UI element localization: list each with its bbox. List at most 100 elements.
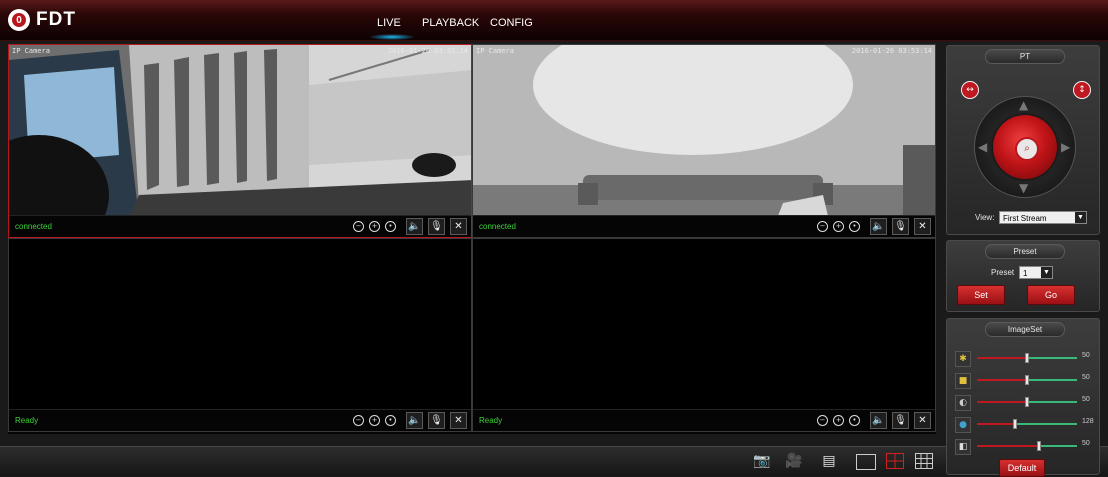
tools-icon[interactable]: ✕ (450, 218, 467, 235)
logo-text: FDT (36, 9, 76, 30)
record-dot-icon[interactable]: • (849, 221, 860, 232)
brightness-icon: ✱ (955, 351, 971, 367)
video-feed[interactable] (9, 239, 471, 410)
preset-go-button[interactable]: Go (1027, 285, 1075, 305)
default-button[interactable]: Default (999, 459, 1045, 477)
speaker-mute-icon[interactable]: 🔈 (406, 412, 423, 429)
slider-fill (977, 379, 1027, 381)
slider-remaining (1027, 401, 1077, 403)
preset-panel: Preset Preset 1 ▼ Set Go (946, 240, 1100, 312)
slider-track[interactable] (977, 419, 1077, 429)
speaker-mute-icon[interactable]: 🔈 (870, 218, 887, 235)
slider-handle[interactable] (1013, 419, 1017, 429)
slider-value: 50 (1082, 440, 1090, 447)
zoom-out-icon[interactable]: − (817, 221, 828, 232)
slider-handle[interactable] (1025, 375, 1029, 385)
logo-icon: 0 (8, 9, 30, 31)
record-dot-icon[interactable]: • (385, 221, 396, 232)
slider-remaining (1039, 445, 1077, 447)
microphone-icon[interactable]: 🎙 (428, 412, 445, 429)
channel-status: Ready (479, 416, 503, 425)
slider-fill (977, 423, 1015, 425)
chevron-down-icon: ▼ (1041, 267, 1052, 278)
nav-playback[interactable]: PLAYBACK (422, 17, 479, 29)
zoom-out-icon[interactable]: − (353, 221, 364, 232)
slider-fill (977, 357, 1027, 359)
zoom-in-icon[interactable]: + (833, 221, 844, 232)
microphone-icon[interactable]: 🎙 (892, 218, 909, 235)
slider-track[interactable] (977, 353, 1077, 363)
channel-1[interactable]: IP Camera 2016-01-26 03:53:14 connected … (8, 44, 472, 238)
camera-name-overlay: IP Camera (476, 47, 514, 55)
horizontal-scan-icon[interactable]: ↔ (961, 81, 979, 99)
bottom-toolbar: 📷 🎥 ▤ (0, 446, 1108, 476)
snapshot-camera-icon[interactable]: 📷 (752, 452, 772, 470)
imageset-panel: ImageSet ✱ 50 ■ 50 ◐ 50 ● 128 ◧ 50 Default (946, 318, 1100, 477)
slider-fill (977, 401, 1027, 403)
channel-status: Ready (15, 416, 39, 425)
slider-value: 50 (1082, 396, 1090, 403)
tools-icon[interactable]: ✕ (914, 412, 931, 429)
view-label: View: (975, 213, 995, 222)
sd-card-icon[interactable]: ▤ (820, 452, 838, 470)
layout-quad-icon[interactable] (886, 453, 904, 469)
slider-track[interactable] (977, 441, 1077, 451)
zoom-in-icon[interactable]: + (369, 415, 380, 426)
ptz-center-icon[interactable]: ⌕ (1015, 137, 1039, 161)
preset-set-button[interactable]: Set (957, 285, 1005, 305)
chevron-down-icon: ▼ (1075, 212, 1086, 223)
arrow-right-icon[interactable]: ▶ (1061, 140, 1070, 154)
record-dot-icon[interactable]: • (849, 415, 860, 426)
slider-handle[interactable] (1025, 397, 1029, 407)
ptz-joystick[interactable]: ⌕ (993, 115, 1057, 179)
image-slider-row: ✱ 50 (955, 349, 1095, 367)
slider-value: 50 (1082, 374, 1090, 381)
preset-select[interactable]: 1 ▼ (1019, 266, 1053, 279)
brand-logo: 0 FDT (8, 9, 76, 31)
channel-3[interactable]: Ready − + • 🔈 🎙 ✕ (8, 238, 472, 432)
slider-track[interactable] (977, 397, 1077, 407)
slider-value: 50 (1082, 352, 1090, 359)
tools-icon[interactable]: ✕ (914, 218, 931, 235)
channel-status: connected (479, 222, 516, 231)
vertical-scan-icon[interactable]: ↕ (1073, 81, 1091, 99)
microphone-icon[interactable]: 🎙 (892, 412, 909, 429)
microphone-icon[interactable]: 🎙 (428, 218, 445, 235)
tools-icon[interactable]: ✕ (450, 412, 467, 429)
slider-fill (977, 445, 1039, 447)
saturation-icon: ● (955, 417, 971, 433)
top-bar: 0 FDT LIVE PLAYBACK CONFIG (0, 0, 1108, 41)
slider-track[interactable] (977, 375, 1077, 385)
arrow-up-icon[interactable]: ▲ (1019, 98, 1028, 112)
video-feed[interactable] (473, 239, 935, 410)
view-stream-select[interactable]: First Stream ▼ (999, 211, 1087, 224)
video-feed[interactable]: IP Camera 2016-01-26 03:53:14 (9, 45, 471, 216)
slider-handle[interactable] (1037, 441, 1041, 451)
slider-handle[interactable] (1025, 353, 1029, 363)
arrow-down-icon[interactable]: ▼ (1019, 181, 1028, 195)
video-feed[interactable]: IP Camera 2016-01-26 03:53:14 (473, 45, 935, 216)
image-slider-row: ■ 50 (955, 371, 1095, 389)
nav-config[interactable]: CONFIG (490, 17, 533, 29)
arrow-left-icon[interactable]: ◀ (978, 140, 987, 154)
panel-title: ImageSet (985, 322, 1065, 337)
layout-nine-icon[interactable] (915, 453, 933, 469)
channel-4[interactable]: Ready − + • 🔈 🎙 ✕ (472, 238, 936, 432)
ptz-direction-pad[interactable]: ▲ ▼ ◀ ▶ ⌕ (974, 96, 1076, 198)
zoom-out-icon[interactable]: − (353, 415, 364, 426)
channel-2[interactable]: IP Camera 2016-01-26 03:53:14 connected … (472, 44, 936, 238)
hue-icon: ◐ (955, 395, 971, 411)
record-dot-icon[interactable]: • (385, 415, 396, 426)
channel-control-bar: connected − + • 🔈 🎙 ✕ (473, 215, 935, 237)
nav-live[interactable]: LIVE (377, 17, 401, 29)
zoom-out-icon[interactable]: − (817, 415, 828, 426)
camera-name-overlay: IP Camera (12, 47, 50, 55)
zoom-in-icon[interactable]: + (833, 415, 844, 426)
speaker-mute-icon[interactable]: 🔈 (406, 218, 423, 235)
preset-value: 1 (1023, 269, 1028, 278)
record-video-icon[interactable]: 🎥 (783, 452, 805, 470)
layout-single-icon[interactable] (856, 454, 876, 470)
channel-control-bar: Ready − + • 🔈 🎙 ✕ (473, 409, 935, 431)
zoom-in-icon[interactable]: + (369, 221, 380, 232)
speaker-mute-icon[interactable]: 🔈 (870, 412, 887, 429)
